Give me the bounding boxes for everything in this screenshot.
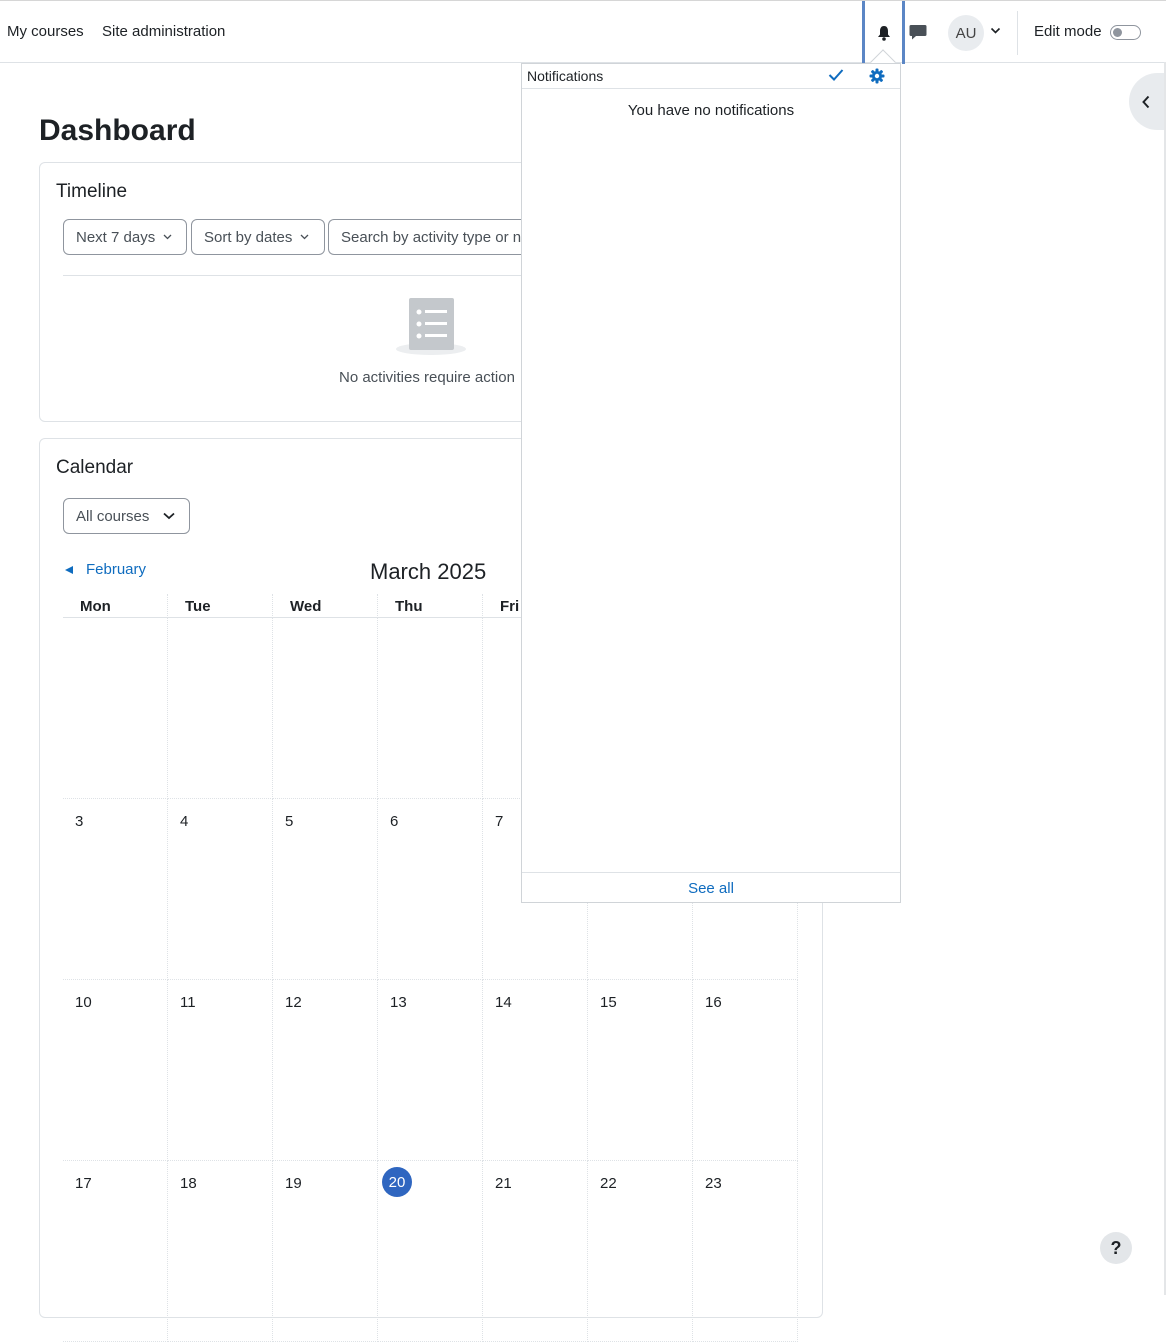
today-day-number: 20 [382,1167,412,1197]
open-block-drawer-button[interactable] [1129,73,1166,130]
calendar-day-cell [273,618,378,799]
weekday-header: Thu [378,594,483,618]
calendar-month-title: March 2025 [370,559,487,584]
calendar-day-cell[interactable]: 14 [483,980,588,1161]
day-number: 10 [75,994,92,1011]
message-icon[interactable] [909,24,927,41]
calendar-day-cell[interactable]: 19 [273,1161,378,1342]
timeline-title: Timeline [56,181,128,202]
timeline-search-input[interactable]: Search by activity type or name [328,219,533,255]
edit-mode-toggle[interactable] [1110,25,1141,40]
calendar-day-cell[interactable]: 4 [168,799,273,980]
timeline-day-filter[interactable]: Next 7 days [63,219,187,255]
calendar-day-cell[interactable]: 12 [273,980,378,1161]
day-number: 4 [180,813,189,830]
calendar-day-cell[interactable]: 6 [378,799,483,980]
chevron-left-icon [1142,95,1150,108]
triangle-left-icon [65,565,73,574]
previous-month-link[interactable]: February [64,561,146,578]
chevron-down-icon[interactable] [990,27,1001,35]
calendar-day-cell[interactable]: 10 [63,980,168,1161]
search-placeholder: Search by activity type or name [341,228,533,246]
calendar-day-cell[interactable]: 13 [378,980,483,1161]
day-number: 5 [285,813,294,830]
weekday-header: Mon [63,594,168,618]
calendar-day-cell[interactable]: 17 [63,1161,168,1342]
nav-my-courses[interactable]: My courses [7,23,84,40]
day-number: 18 [180,1175,197,1192]
day-number: 12 [285,994,302,1011]
activities-list-illustration-icon [396,298,466,355]
page-title: Dashboard [39,114,196,147]
nav-divider [1017,11,1018,55]
day-number: 3 [75,813,84,830]
bell-icon [877,25,890,41]
avatar-initials: AU [955,24,977,42]
calendar-day-cell [63,618,168,799]
top-navbar: My courses Site administration AU Edit m… [0,0,1166,64]
calendar-day-cell [378,618,483,799]
notifications-empty-text: You have no notifications [627,102,795,119]
day-number: 14 [495,994,512,1011]
calendar-title: Calendar [56,457,134,478]
calendar-day-cell[interactable]: 15 [588,980,693,1161]
calendar-day-cell[interactable]: 11 [168,980,273,1161]
edit-mode-label: Edit mode [1034,23,1102,40]
toggle-knob [1113,28,1122,37]
calendar-day-cell [168,618,273,799]
day-filter-label: Next 7 days [76,228,156,246]
timeline-divider [63,275,533,276]
day-number: 22 [600,1175,617,1192]
weekday-header: Tue [168,594,273,618]
user-avatar[interactable]: AU [948,15,984,51]
chevron-down-icon [300,234,309,240]
calendar-day-cell[interactable]: 3 [63,799,168,980]
course-filter-label: All courses [76,507,150,525]
day-number: 16 [705,994,722,1011]
day-number: 6 [390,813,399,830]
calendar-day-cell[interactable]: 5 [273,799,378,980]
timeline-sort-dropdown[interactable]: Sort by dates [191,219,325,255]
day-number: 11 [180,994,196,1011]
timeline-empty-text: No activities require action [339,369,515,386]
see-all-notifications-link[interactable]: See all [522,872,900,902]
mark-all-read-check-icon[interactable] [828,68,844,82]
day-number: 7 [495,813,504,830]
calendar-day-cell[interactable]: 16 [693,980,798,1161]
day-number: 15 [600,994,617,1011]
calendar-day-cell[interactable]: 21 [483,1161,588,1342]
help-button[interactable]: ? [1100,1232,1132,1264]
chevron-down-icon [163,512,175,520]
notifications-title: Notifications [527,68,604,84]
day-number: 17 [75,1175,92,1192]
calendar-day-cell[interactable]: 20 [378,1161,483,1342]
notifications-header: Notifications [522,64,900,89]
calendar-course-filter[interactable]: All courses [63,498,190,534]
notifications-popover: Notifications You have no notifications … [521,63,901,903]
weekday-header: Wed [273,594,378,618]
previous-month-label: February [86,561,147,578]
notification-settings-gear-icon[interactable] [869,68,885,84]
chevron-down-icon [163,234,172,240]
day-number: 13 [390,994,407,1011]
sort-label: Sort by dates [204,228,293,246]
day-number: 21 [495,1175,512,1192]
day-number: 23 [705,1175,722,1192]
calendar-day-cell[interactable]: 18 [168,1161,273,1342]
day-number: 19 [285,1175,302,1192]
nav-site-administration[interactable]: Site administration [102,23,225,40]
calendar-day-cell[interactable]: 22 [588,1161,693,1342]
calendar-day-cell[interactable]: 23 [693,1161,798,1342]
